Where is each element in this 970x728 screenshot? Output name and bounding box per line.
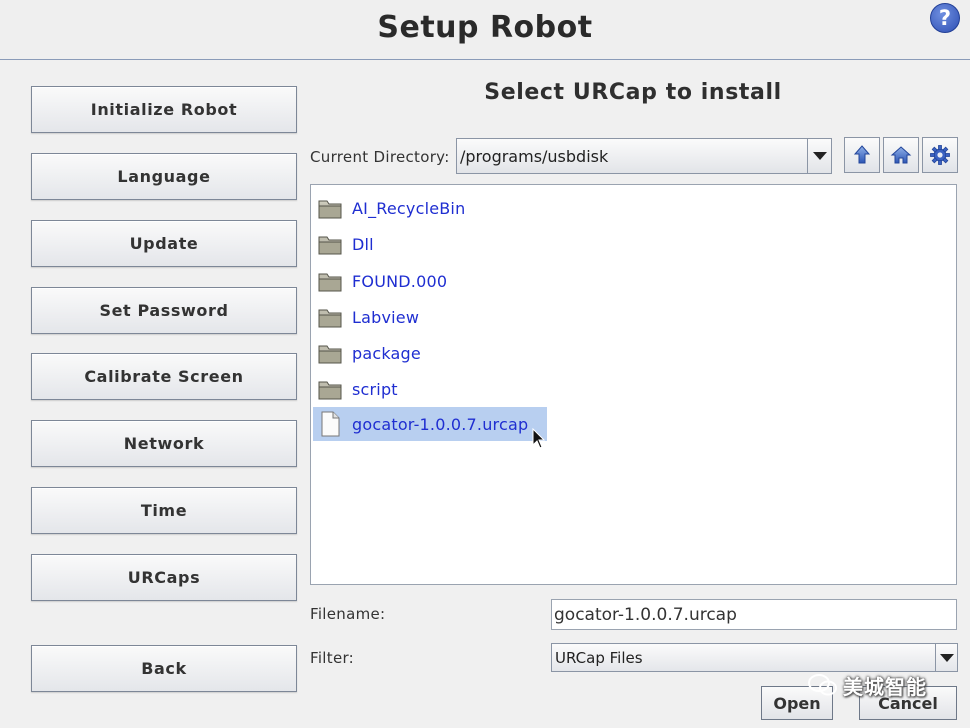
home-icon	[890, 146, 912, 164]
list-item[interactable]: Labview	[313, 300, 513, 334]
chevron-down-icon[interactable]	[935, 644, 957, 671]
sidebar-item-label: Network	[123, 434, 205, 453]
calibrate-screen-button[interactable]: Calibrate Screen	[31, 353, 297, 400]
folder-icon	[318, 270, 342, 292]
file-name: package	[352, 343, 421, 363]
list-item[interactable]: FOUND.000	[313, 264, 513, 298]
list-item[interactable]: package	[313, 336, 513, 370]
language-button[interactable]: Language	[31, 153, 297, 200]
sidebar-item-label: Time	[140, 501, 188, 520]
settings-button[interactable]	[922, 137, 958, 173]
file-list[interactable]: AI_RecycleBin Dll FOUND.000 Labview pack…	[310, 184, 957, 585]
document-icon	[318, 411, 342, 437]
chooser-title: Select URCap to install	[484, 80, 782, 105]
file-name: FOUND.000	[352, 271, 448, 291]
file-name: script	[352, 379, 398, 399]
sidebar-item-label: Update	[129, 234, 199, 253]
back-button[interactable]: Back	[31, 645, 297, 692]
watermark: 美城智能	[808, 668, 948, 702]
file-name: AI_RecycleBin	[352, 198, 466, 218]
file-name: Labview	[352, 307, 420, 327]
help-button[interactable]: ?	[930, 3, 960, 33]
sidebar-item-label: URCaps	[127, 568, 201, 587]
up-folder-icon	[853, 145, 871, 164]
initialize-robot-button[interactable]: Initialize Robot	[31, 86, 297, 133]
up-folder-button[interactable]	[844, 137, 880, 173]
list-item-selected[interactable]: gocator-1.0.0.7.urcap	[313, 407, 547, 441]
folder-icon	[318, 378, 342, 400]
title-bar: Setup Robot ?	[0, 0, 970, 60]
filter-label: Filter:	[310, 649, 355, 667]
home-button[interactable]	[883, 137, 919, 173]
filter-value: URCap Files	[555, 649, 643, 667]
filename-label: Filename:	[310, 605, 386, 623]
list-item[interactable]: script	[313, 372, 513, 406]
mouse-cursor-icon	[532, 428, 546, 449]
current-directory-dropdown[interactable]: /programs/usbdisk	[456, 138, 832, 174]
network-button[interactable]: Network	[31, 420, 297, 467]
list-item[interactable]: Dll	[313, 227, 513, 261]
chevron-down-icon[interactable]	[807, 139, 831, 173]
filename-input[interactable]	[551, 599, 957, 630]
wechat-icon	[808, 674, 837, 696]
folder-icon	[318, 306, 342, 328]
folder-icon	[318, 197, 342, 219]
sidebar-item-label: Initialize Robot	[90, 100, 238, 119]
update-button[interactable]: Update	[31, 220, 297, 267]
time-button[interactable]: Time	[31, 487, 297, 534]
urcaps-button[interactable]: URCaps	[31, 554, 297, 601]
sidebar-item-label: Language	[117, 167, 211, 186]
folder-icon	[318, 342, 342, 364]
folder-icon	[318, 233, 342, 255]
watermark-text: 美城智能	[843, 674, 927, 699]
file-name: gocator-1.0.0.7.urcap	[352, 414, 529, 434]
sidebar-item-label: Back	[141, 659, 187, 678]
gear-icon	[930, 145, 950, 165]
current-directory-value: /programs/usbdisk	[460, 147, 609, 166]
sidebar-item-label: Set Password	[99, 301, 229, 320]
page-title: Setup Robot	[377, 10, 593, 45]
set-password-button[interactable]: Set Password	[31, 287, 297, 334]
sidebar-item-label: Calibrate Screen	[84, 367, 244, 386]
current-directory-label: Current Directory:	[310, 148, 450, 166]
list-item[interactable]: AI_RecycleBin	[313, 191, 513, 225]
file-name: Dll	[352, 234, 374, 254]
